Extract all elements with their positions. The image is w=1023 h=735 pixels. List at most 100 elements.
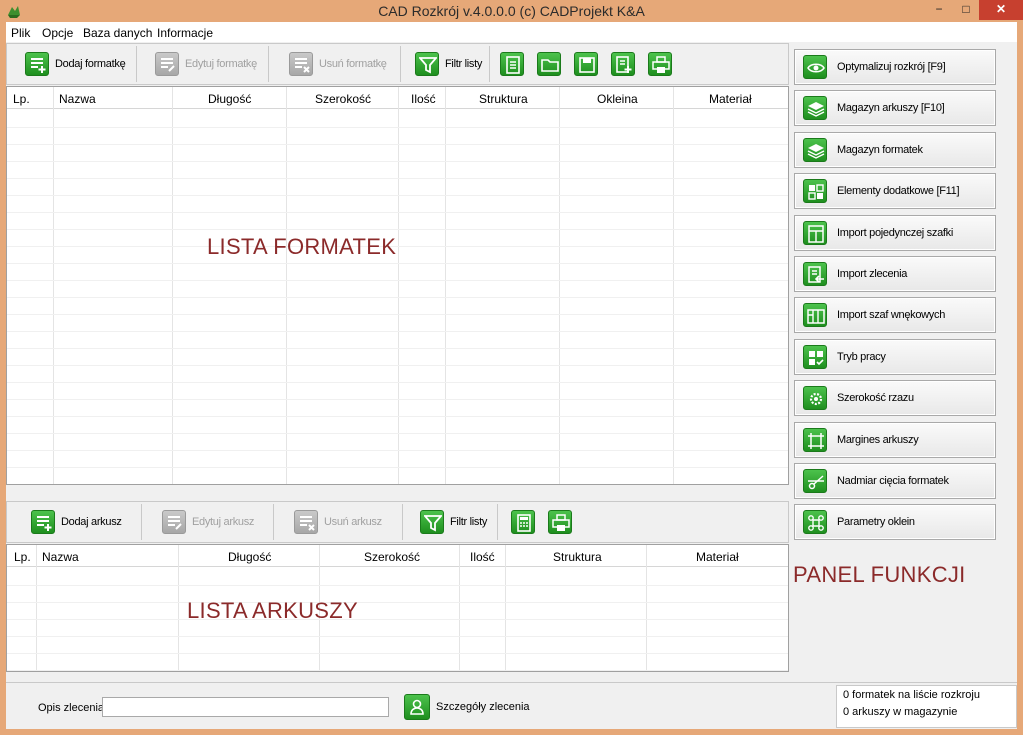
col-ilosc[interactable]: Ilość <box>411 92 436 106</box>
new-list-button[interactable] <box>500 48 524 80</box>
function-button-7[interactable]: Import szaf wnękowych <box>794 297 996 334</box>
eye-icon <box>803 55 827 79</box>
save-button[interactable] <box>574 48 598 80</box>
stack-icon <box>803 137 827 162</box>
close-button[interactable]: ✕ <box>979 0 1023 20</box>
function-button-11[interactable]: Nadmiar cięcia formatek <box>794 463 996 499</box>
maximize-button[interactable]: □ <box>953 0 979 20</box>
arkusze-overlay-label: LISTA ARKUSZY <box>187 598 358 623</box>
function-button-10[interactable]: Margines arkuszy <box>794 421 996 458</box>
formatki-table: Lp. Nazwa Długość Szerokość Ilość Strukt… <box>6 86 789 485</box>
col-nazwa[interactable]: Nazwa <box>42 550 79 564</box>
opis-zlecenia-label: Opis zlecenia <box>38 702 105 714</box>
calculator-icon <box>511 510 535 534</box>
new-document-icon <box>500 52 524 76</box>
add-list-icon <box>31 510 55 534</box>
document-add-icon <box>611 52 635 76</box>
function-button-label: Nadmiar cięcia formatek <box>837 475 949 487</box>
add-arkusz-label: Dodaj arkusz <box>61 516 122 528</box>
function-button-12[interactable]: Parametry oklein <box>794 504 996 541</box>
user-icon <box>404 694 430 720</box>
filter-formatki-label: Filtr listy <box>445 58 483 70</box>
menu-plik[interactable]: Plik <box>11 26 30 40</box>
function-button-3[interactable]: Magazyn formatek <box>794 131 996 168</box>
minimize-button[interactable]: − <box>925 0 953 20</box>
function-button-label: Szerokość rzazu <box>837 392 914 405</box>
delete-formatka-label: Usuń formatkę <box>319 58 387 70</box>
function-button-4[interactable]: Elementy dodatkowe [F11] <box>794 173 996 210</box>
formatek-count-text: 0 formatek na liście rozkroju <box>843 689 980 701</box>
order-details-button[interactable]: Szczegóły zlecenia <box>404 693 530 721</box>
function-button-label: Elementy dodatkowe [F11] <box>837 185 960 198</box>
col-okleina[interactable]: Okleina <box>597 92 638 106</box>
mode-icon <box>803 344 827 369</box>
add-formatka-label: Dodaj formatkę <box>55 58 126 70</box>
blocks-icon <box>803 179 827 204</box>
formatki-toolbar: Dodaj formatkę Edytuj formatkę Usuń form… <box>6 43 789 85</box>
save-icon <box>574 52 598 76</box>
menu-baza-danych[interactable]: Baza danych <box>83 26 152 40</box>
cut-icon <box>803 469 827 493</box>
stack-icon <box>803 96 827 121</box>
status-bar: Opis zlecenia Szczegóły zlecenia 0 forma… <box>6 682 1017 729</box>
filter-arkusze-button[interactable]: Filtr listy <box>420 506 487 538</box>
open-file-button[interactable] <box>537 48 561 80</box>
function-button-8[interactable]: Tryb pracy <box>794 338 996 375</box>
col-szerokosc[interactable]: Szerokość <box>364 550 420 564</box>
menu-opcje[interactable]: Opcje <box>42 26 73 40</box>
status-info-box: 0 formatek na liście rozkroju 0 arkuszy … <box>836 685 1017 728</box>
order-details-label: Szczegóły zlecenia <box>436 701 530 713</box>
arkuszy-count-text: 0 arkuszy w magazynie <box>843 706 958 718</box>
col-struktura[interactable]: Struktura <box>479 92 528 106</box>
function-button-9[interactable]: Szerokość rzazu <box>794 380 996 417</box>
opis-zlecenia-input[interactable] <box>102 697 389 717</box>
formatki-overlay-label: LISTA FORMATEK <box>207 234 397 259</box>
print-arkusze-button[interactable] <box>548 506 572 538</box>
cabinet-icon <box>803 220 827 245</box>
menu-informacje[interactable]: Informacje <box>157 26 213 40</box>
col-struktura[interactable]: Struktura <box>553 550 602 564</box>
col-dlugosc[interactable]: Długość <box>228 550 271 564</box>
export-list-button[interactable] <box>611 48 635 80</box>
col-ilosc[interactable]: Ilość <box>470 550 495 564</box>
function-button-label: Magazyn formatek <box>837 143 923 156</box>
col-nazwa[interactable]: Nazwa <box>59 92 96 106</box>
delete-formatka-button[interactable]: Usuń formatkę <box>289 48 387 80</box>
col-dlugosc[interactable]: Długość <box>208 92 251 106</box>
col-lp[interactable]: Lp. <box>14 550 31 564</box>
delete-arkusz-button[interactable]: Usuń arkusz <box>294 506 382 538</box>
wardrobe-icon <box>803 303 827 328</box>
edit-formatka-button[interactable]: Edytuj formatkę <box>155 48 257 80</box>
add-formatka-button[interactable]: Dodaj formatkę <box>25 48 126 80</box>
function-button-label: Tryb pracy <box>837 350 886 363</box>
edit-arkusz-label: Edytuj arkusz <box>192 516 255 528</box>
edit-arkusz-button[interactable]: Edytuj arkusz <box>162 506 254 538</box>
col-szerokosc[interactable]: Szerokość <box>315 92 371 106</box>
function-button-label: Magazyn arkuszy [F10] <box>837 102 945 115</box>
filter-icon <box>415 52 439 76</box>
col-material[interactable]: Materiał <box>709 92 752 106</box>
saw-icon <box>803 386 827 411</box>
edit-list-icon <box>155 52 179 76</box>
col-material[interactable]: Materiał <box>696 550 739 564</box>
delete-list-icon <box>294 510 318 534</box>
function-button-label: Optymalizuj rozkrój [F9] <box>837 61 946 73</box>
function-button-2[interactable]: Magazyn arkuszy [F10] <box>794 90 996 127</box>
print-formatki-button[interactable] <box>648 48 672 80</box>
delete-arkusz-label: Usuń arkusz <box>324 516 382 528</box>
menu-bar: Plik Opcje Baza danych Informacje <box>6 22 1017 42</box>
function-button-1[interactable]: Optymalizuj rozkrój [F9] <box>794 49 996 85</box>
function-button-label: Margines arkuszy <box>837 433 919 446</box>
calculator-button[interactable] <box>511 506 535 538</box>
filter-formatki-button[interactable]: Filtr listy <box>415 48 482 80</box>
function-button-6[interactable]: Import zlecenia <box>794 256 996 292</box>
arkusze-table-header: Lp. Nazwa Długość Szerokość Ilość Strukt… <box>7 545 788 567</box>
function-button-5[interactable]: Import pojedynczej szafki <box>794 214 996 251</box>
add-arkusz-button[interactable]: Dodaj arkusz <box>31 506 122 538</box>
printer-icon <box>548 510 572 534</box>
import-doc-icon <box>803 262 827 286</box>
title-bar: CAD Rozkrój v.4.0.0.0 (c) CADProjekt K&A… <box>0 0 1023 22</box>
col-lp[interactable]: Lp. <box>13 92 30 106</box>
window-title: CAD Rozkrój v.4.0.0.0 (c) CADProjekt K&A <box>378 3 645 19</box>
add-list-icon <box>25 52 49 76</box>
